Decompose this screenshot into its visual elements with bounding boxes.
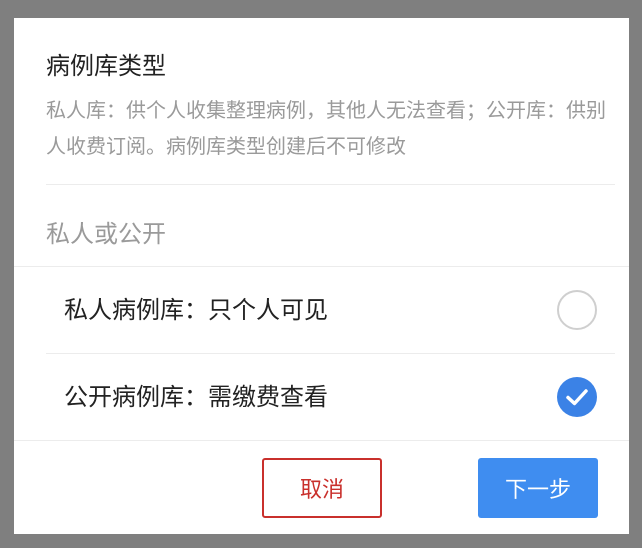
- checkmark-icon: [566, 389, 588, 406]
- radio-unselected[interactable]: [557, 290, 597, 330]
- divider: [14, 440, 629, 441]
- cancel-button[interactable]: 取消: [262, 458, 382, 518]
- divider: [46, 184, 615, 185]
- dialog: 病例库类型 私人库：供个人收集整理病例，其他人无法查看；公开库：供别人收费订阅。…: [14, 18, 629, 534]
- dialog-title: 病例库类型: [46, 52, 166, 80]
- option-public[interactable]: 公开病例库：需缴费查看: [14, 354, 629, 440]
- option-private-label: 私人病例库：只个人可见: [64, 296, 328, 324]
- option-private[interactable]: 私人病例库：只个人可见: [14, 267, 629, 353]
- section-label: 私人或公开: [46, 220, 166, 248]
- next-step-button[interactable]: 下一步: [478, 458, 598, 518]
- radio-selected[interactable]: [557, 377, 597, 417]
- dialog-description: 私人库：供个人收集整理病例，其他人无法查看；公开库：供别人收费订阅。病例库类型创…: [46, 98, 606, 158]
- option-public-label: 公开病例库：需缴费查看: [64, 383, 328, 411]
